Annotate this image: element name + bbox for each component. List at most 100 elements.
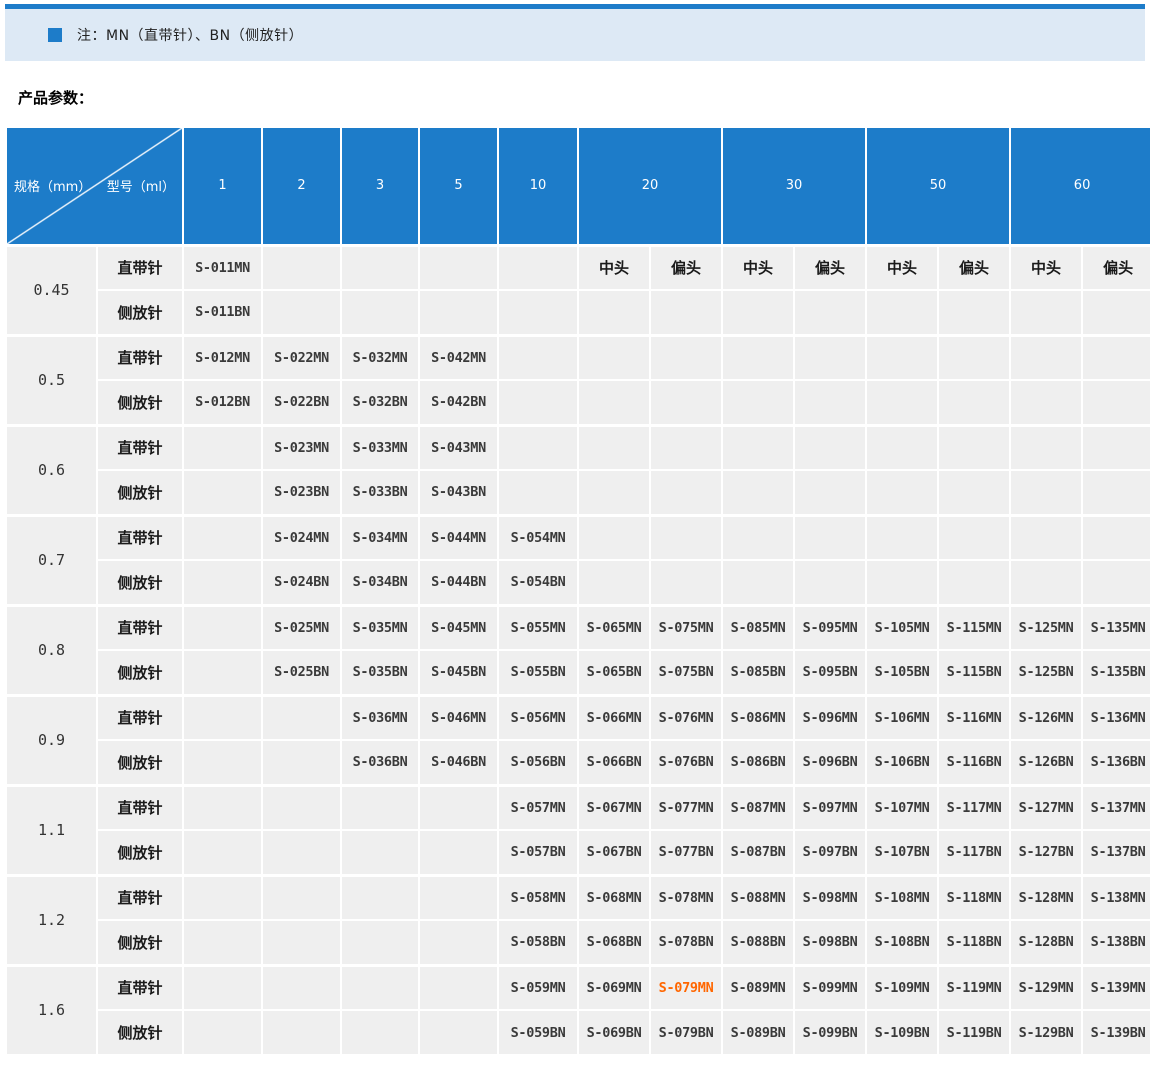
model-code-cell: S-059MN xyxy=(498,965,578,1010)
column-header-1ml: 1 xyxy=(183,127,262,245)
column-header-3ml: 3 xyxy=(341,127,419,245)
model-code-cell: S-043MN xyxy=(419,425,498,470)
model-code-cell: S-056BN xyxy=(498,740,578,785)
empty-cell xyxy=(262,965,341,1010)
column-header-10ml: 10 xyxy=(498,127,578,245)
subheader-cell: 中头 xyxy=(722,245,794,290)
model-code-cell: S-046MN xyxy=(419,695,498,740)
empty-cell xyxy=(1010,515,1082,560)
model-code-cell: S-069MN xyxy=(578,965,650,1010)
needle-type-cell: 侧放针 xyxy=(97,920,183,965)
model-code-cell: S-117MN xyxy=(938,785,1010,830)
model-code-cell: S-066MN xyxy=(578,695,650,740)
table-row: 1.1直带针S-057MNS-067MNS-077MNS-087MNS-097M… xyxy=(6,785,1150,830)
empty-cell xyxy=(722,515,794,560)
model-code-cell: S-109BN xyxy=(866,1010,938,1055)
model-code-cell: S-116MN xyxy=(938,695,1010,740)
empty-cell xyxy=(650,380,722,425)
subheader-cell: 偏头 xyxy=(650,245,722,290)
model-code-cell: S-088BN xyxy=(722,920,794,965)
model-code-cell: S-088MN xyxy=(722,875,794,920)
note-bullet-square-icon xyxy=(48,28,62,42)
needle-type-cell: 直带针 xyxy=(97,875,183,920)
table-row: 侧放针S-036BNS-046BNS-056BNS-066BNS-076BNS-… xyxy=(6,740,1150,785)
table-row: 0.6直带针S-023MNS-033MNS-043MN xyxy=(6,425,1150,470)
empty-cell xyxy=(866,560,938,605)
model-code-cell: S-105BN xyxy=(866,650,938,695)
empty-cell xyxy=(183,650,262,695)
table-header-row: 规格（mm） 型号（ml） 12351020305060 xyxy=(6,127,1150,245)
empty-cell xyxy=(794,380,866,425)
empty-cell xyxy=(794,290,866,335)
empty-cell xyxy=(262,920,341,965)
empty-cell xyxy=(866,515,938,560)
empty-cell xyxy=(341,875,419,920)
model-code-cell: S-125BN xyxy=(1010,650,1082,695)
model-code-cell: S-136BN xyxy=(1082,740,1150,785)
needle-type-cell: 侧放针 xyxy=(97,290,183,335)
model-code-cell: S-137BN xyxy=(1082,830,1150,875)
empty-cell xyxy=(183,740,262,785)
empty-cell xyxy=(183,515,262,560)
model-code-cell: S-106BN xyxy=(866,740,938,785)
corner-diagonal-cell: 规格（mm） 型号（ml） xyxy=(6,127,183,245)
model-code-cell: S-138BN xyxy=(1082,920,1150,965)
model-code-cell: S-108BN xyxy=(866,920,938,965)
empty-cell xyxy=(938,290,1010,335)
model-code-cell: S-096MN xyxy=(794,695,866,740)
model-code-cell: S-138MN xyxy=(1082,875,1150,920)
empty-cell xyxy=(722,380,794,425)
needle-type-cell: 直带针 xyxy=(97,425,183,470)
model-code-cell: S-078MN xyxy=(650,875,722,920)
model-code-cell: S-127BN xyxy=(1010,830,1082,875)
empty-cell xyxy=(419,785,498,830)
column-header-20ml: 20 xyxy=(578,127,722,245)
table-row: 侧放针S-058BNS-068BNS-078BNS-088BNS-098BNS-… xyxy=(6,920,1150,965)
model-code-cell: S-077BN xyxy=(650,830,722,875)
subheader-cell: 中头 xyxy=(1010,245,1082,290)
model-code-cell: S-095MN xyxy=(794,605,866,650)
corner-labels: 规格（mm） 型号（ml） xyxy=(7,176,182,195)
empty-cell xyxy=(938,515,1010,560)
empty-cell xyxy=(1082,290,1150,335)
model-code-cell: S-066BN xyxy=(578,740,650,785)
empty-cell xyxy=(578,515,650,560)
model-code-cell: S-115BN xyxy=(938,650,1010,695)
empty-cell xyxy=(1010,470,1082,515)
empty-cell xyxy=(183,605,262,650)
spec-size-cell: 0.45 xyxy=(6,245,97,335)
model-code-cell: S-129BN xyxy=(1010,1010,1082,1055)
model-code-cell: S-054MN xyxy=(498,515,578,560)
model-code-cell: S-086MN xyxy=(722,695,794,740)
model-code-cell: S-085BN xyxy=(722,650,794,695)
model-code-cell: S-137MN xyxy=(1082,785,1150,830)
note-text: 注：MN（直带针）、BN（侧放针） xyxy=(77,25,303,45)
model-code-cell: S-116BN xyxy=(938,740,1010,785)
model-code-cell: S-098MN xyxy=(794,875,866,920)
empty-cell xyxy=(794,560,866,605)
model-code-cell: S-057MN xyxy=(498,785,578,830)
model-code-cell: S-033BN xyxy=(341,470,419,515)
needle-type-cell: 侧放针 xyxy=(97,560,183,605)
empty-cell xyxy=(1082,380,1150,425)
spec-size-cell: 0.8 xyxy=(6,605,97,695)
empty-cell xyxy=(1010,380,1082,425)
table-row: 侧放针S-059BNS-069BNS-079BNS-089BNS-099BNS-… xyxy=(6,1010,1150,1055)
model-code-cell: S-059BN xyxy=(498,1010,578,1055)
empty-cell xyxy=(866,380,938,425)
empty-cell xyxy=(341,1010,419,1055)
needle-type-cell: 侧放针 xyxy=(97,1010,183,1055)
empty-cell xyxy=(341,830,419,875)
model-code-cell: S-065MN xyxy=(578,605,650,650)
empty-cell xyxy=(938,425,1010,470)
needle-type-cell: 侧放针 xyxy=(97,380,183,425)
table-row: 1.2直带针S-058MNS-068MNS-078MNS-088MNS-098M… xyxy=(6,875,1150,920)
empty-cell xyxy=(498,245,578,290)
model-code-cell: S-097MN xyxy=(794,785,866,830)
model-code-cell: S-099MN xyxy=(794,965,866,1010)
empty-cell xyxy=(1082,335,1150,380)
needle-type-cell: 直带针 xyxy=(97,965,183,1010)
corner-label-spec: 规格（mm） xyxy=(14,176,91,195)
model-code-cell: S-065BN xyxy=(578,650,650,695)
model-code-cell: S-139BN xyxy=(1082,1010,1150,1055)
